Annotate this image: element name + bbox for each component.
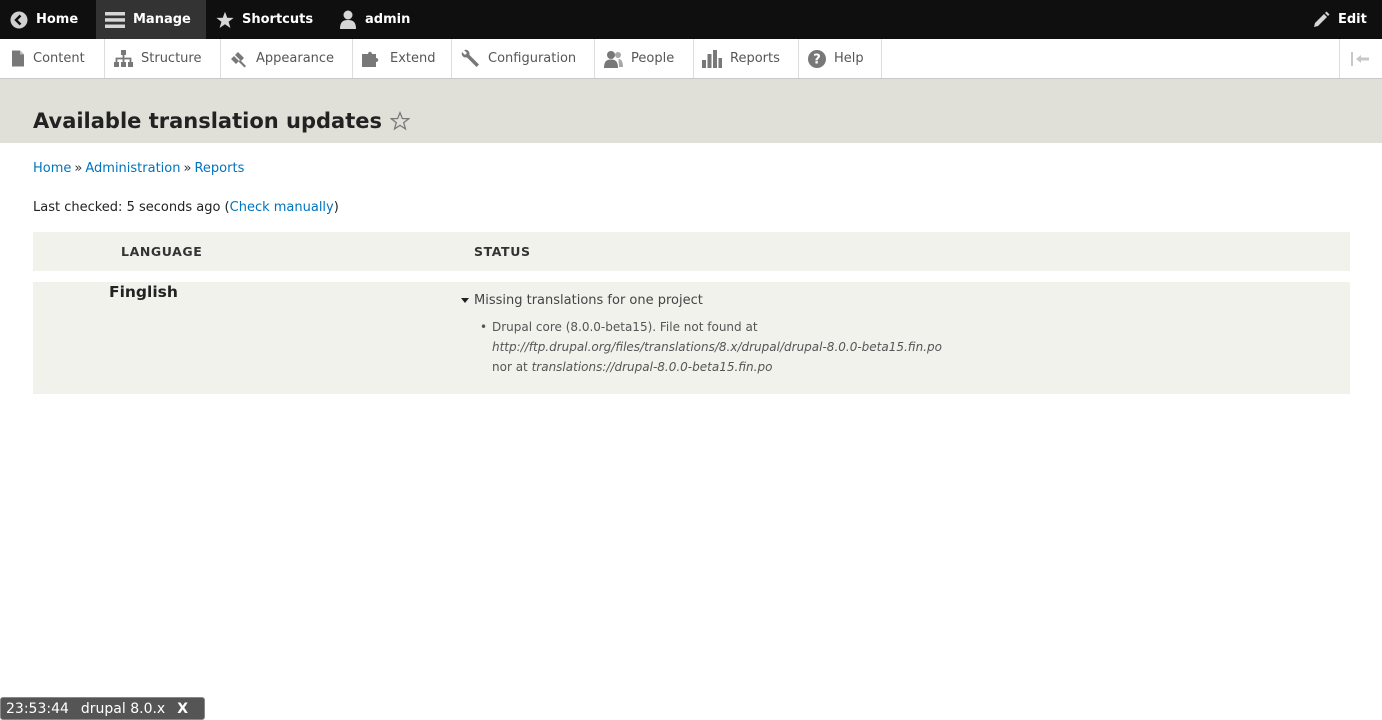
hamburger-icon xyxy=(105,11,125,28)
toolbar-manage-label: Manage xyxy=(133,12,191,27)
status-detail-item: • Drupal core (8.0.0-beta15). File not f… xyxy=(480,317,960,377)
tray-item-label: Reports xyxy=(730,51,780,66)
toolbar-manage-tab[interactable]: Manage xyxy=(96,0,206,39)
breadcrumb-reports-link[interactable]: Reports xyxy=(194,161,244,176)
tray-item-label: Structure xyxy=(141,51,202,66)
tray-item-extend[interactable]: Extend xyxy=(353,39,452,78)
user-icon xyxy=(340,10,356,29)
admin-tray: Content Structure Appearance Extend Conf… xyxy=(0,39,1382,79)
close-icon[interactable]: X xyxy=(177,701,188,717)
tray-item-label: Extend xyxy=(390,51,436,66)
tray-item-label: People xyxy=(631,51,675,66)
status-detail-text: Drupal core (8.0.0-beta15). File not fou… xyxy=(480,317,960,377)
back-arrow-icon xyxy=(10,11,28,28)
toolbar-edit-label: Edit xyxy=(1338,12,1367,27)
check-manually-link[interactable]: Check manually xyxy=(230,200,334,215)
star-icon xyxy=(216,11,234,28)
tray-item-label: Help xyxy=(834,51,864,66)
breadcrumb-home-link[interactable]: Home xyxy=(33,161,71,176)
breadcrumb-separator: » xyxy=(183,161,192,176)
brush-icon xyxy=(231,51,246,67)
tray-item-label: Configuration xyxy=(488,51,577,66)
tray-item-label: Content xyxy=(33,51,85,66)
detail-url-local: translations://drupal-8.0.0-beta15.fin.p… xyxy=(531,360,773,374)
breadcrumb: Home» Administration» Reports xyxy=(33,161,244,176)
collapse-left-icon xyxy=(1351,51,1369,66)
translation-table-header: LANGUAGE STATUS xyxy=(33,232,1350,271)
svg-text:?: ? xyxy=(813,52,821,67)
breadcrumb-separator: » xyxy=(74,161,83,176)
tray-item-people[interactable]: People xyxy=(595,39,694,78)
toolbar-home-label: Home xyxy=(36,12,79,27)
last-checked-text: Last checked: 5 seconds ago ( xyxy=(33,200,230,215)
help-icon: ? xyxy=(808,49,826,68)
detail-prefix: Drupal core (8.0.0-beta15). File not fou… xyxy=(492,320,758,334)
admin-toolbar: Home Manage Shortcuts admin Edit xyxy=(0,0,1382,39)
tray-item-configuration[interactable]: Configuration xyxy=(452,39,595,78)
toolbar-shortcuts-label: Shortcuts xyxy=(242,12,314,27)
toolbar-edit-button[interactable]: Edit xyxy=(1312,0,1367,39)
page-title: Available translation updates xyxy=(33,109,382,133)
breadcrumb-administration-link[interactable]: Administration xyxy=(85,161,180,176)
tray-item-label: Appearance xyxy=(256,51,335,66)
last-checked-status: Last checked: 5 seconds ago (Check manua… xyxy=(33,200,339,215)
structure-icon xyxy=(114,50,133,67)
people-icon xyxy=(604,50,623,68)
last-checked-suffix: ) xyxy=(333,200,339,215)
pencil-icon xyxy=(1314,11,1330,27)
language-name: Finglish xyxy=(109,283,178,301)
tray-orientation-toggle[interactable] xyxy=(1339,39,1382,78)
detail-url-remote: http://ftp.drupal.org/files/translations… xyxy=(492,340,942,354)
tray-item-content[interactable]: Content xyxy=(0,39,105,78)
toolbar-shortcuts-tab[interactable]: Shortcuts xyxy=(216,0,313,39)
detail-mid: nor at xyxy=(492,360,532,374)
toolbar-user-tab[interactable]: admin xyxy=(339,0,410,39)
column-header-status: STATUS xyxy=(474,244,531,259)
table-row: Finglish Missing translations for one pr… xyxy=(33,282,1350,394)
status-details-toggle[interactable]: Missing translations for one project xyxy=(461,293,703,308)
toolbar-home-link[interactable]: Home xyxy=(10,0,78,39)
bullet-icon: • xyxy=(480,320,488,334)
tray-item-reports[interactable]: Reports xyxy=(694,39,799,78)
page-header: Available translation updates xyxy=(0,79,1382,143)
column-header-language: LANGUAGE xyxy=(121,244,203,259)
triangle-down-icon xyxy=(461,298,469,303)
page-icon xyxy=(12,50,24,67)
tray-item-appearance[interactable]: Appearance xyxy=(221,39,353,78)
tray-item-help[interactable]: ? Help xyxy=(799,39,882,78)
tray-item-structure[interactable]: Structure xyxy=(105,39,221,78)
wrench-icon xyxy=(461,49,479,67)
puzzle-icon xyxy=(362,51,379,67)
bar-chart-icon xyxy=(702,49,722,68)
toolbar-user-label: admin xyxy=(365,12,411,27)
page-title-wrap: Available translation updates xyxy=(33,109,410,133)
star-outline-icon[interactable] xyxy=(390,111,410,131)
status-summary-text: Missing translations for one project xyxy=(474,293,703,308)
overlay-time: 23:53:44 xyxy=(6,700,69,717)
screencast-label: 23:53:44 drupal 8.0.x X xyxy=(0,697,205,720)
overlay-title: drupal 8.0.x xyxy=(80,700,166,717)
